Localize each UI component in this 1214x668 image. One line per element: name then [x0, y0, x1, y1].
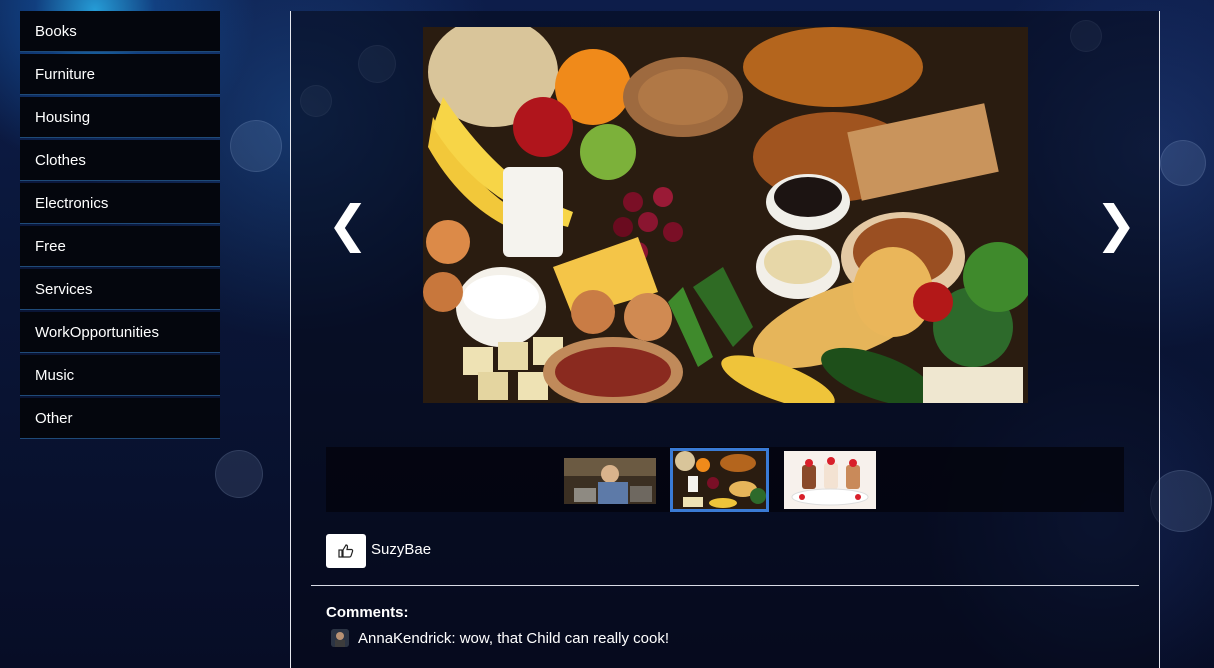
sidebar-item-label: Clothes — [35, 151, 86, 169]
sidebar-item-services[interactable]: Services — [20, 269, 220, 310]
carousel-next-button[interactable]: ❯ — [1095, 199, 1137, 249]
carousel-main-image — [423, 27, 1028, 403]
sidebar-item-electronics[interactable]: Electronics — [20, 183, 220, 224]
carousel-prev-button[interactable]: ❮ — [327, 199, 369, 249]
sidebar-item-housing[interactable]: Housing — [20, 97, 220, 138]
thumbnail-food-image — [673, 451, 766, 509]
thumbnail-2[interactable] — [670, 448, 769, 512]
sidebar-item-work-opportunities[interactable]: WorkOpportunities — [20, 312, 220, 353]
section-divider — [311, 585, 1139, 586]
sidebar-item-books[interactable]: Books — [20, 11, 220, 52]
background-bokeh — [230, 120, 282, 172]
avatar — [331, 629, 349, 647]
thumbnail-1[interactable] — [564, 458, 656, 504]
sidebar-item-label: Music — [35, 366, 75, 384]
category-sidebar: Books Furniture Housing Clothes Electron… — [20, 11, 220, 441]
background-bokeh — [215, 450, 263, 498]
thumbs-up-icon — [338, 544, 354, 558]
sidebar-item-clothes[interactable]: Clothes — [20, 140, 220, 181]
post-detail-panel: ❮ ❯ SuzyBae Comments: AnnaKendrick: wow,… — [290, 11, 1160, 668]
sidebar-item-music[interactable]: Music — [20, 355, 220, 396]
sidebar-item-label: Books — [35, 22, 77, 40]
food-spread-image — [423, 27, 1028, 403]
background-bokeh — [1160, 140, 1206, 186]
comments-heading: Comments: — [326, 604, 409, 621]
sidebar-item-label: WorkOpportunities — [35, 323, 159, 341]
thumbnail-strip — [326, 447, 1124, 512]
thumbnail-chef-image — [564, 458, 656, 504]
liked-by-username[interactable]: SuzyBae — [371, 541, 431, 558]
thumbnail-dessert-image — [784, 451, 876, 509]
avatar-image — [331, 629, 349, 647]
sidebar-item-other[interactable]: Other — [20, 398, 220, 439]
like-button[interactable] — [326, 534, 366, 568]
sidebar-item-label: Other — [35, 409, 73, 427]
comment-text: AnnaKendrick: wow, that Child can really… — [358, 629, 669, 647]
sidebar-item-label: Electronics — [35, 194, 109, 212]
sidebar-item-label: Furniture — [35, 65, 96, 83]
sidebar-item-free[interactable]: Free — [20, 226, 220, 267]
thumbnail-3[interactable] — [784, 451, 876, 509]
sidebar-item-label: Free — [35, 237, 66, 255]
comment-item: AnnaKendrick: wow, that Child can really… — [331, 629, 669, 647]
sidebar-item-label: Housing — [35, 108, 91, 126]
sidebar-item-furniture[interactable]: Furniture — [20, 54, 220, 95]
sidebar-item-label: Services — [35, 280, 93, 298]
